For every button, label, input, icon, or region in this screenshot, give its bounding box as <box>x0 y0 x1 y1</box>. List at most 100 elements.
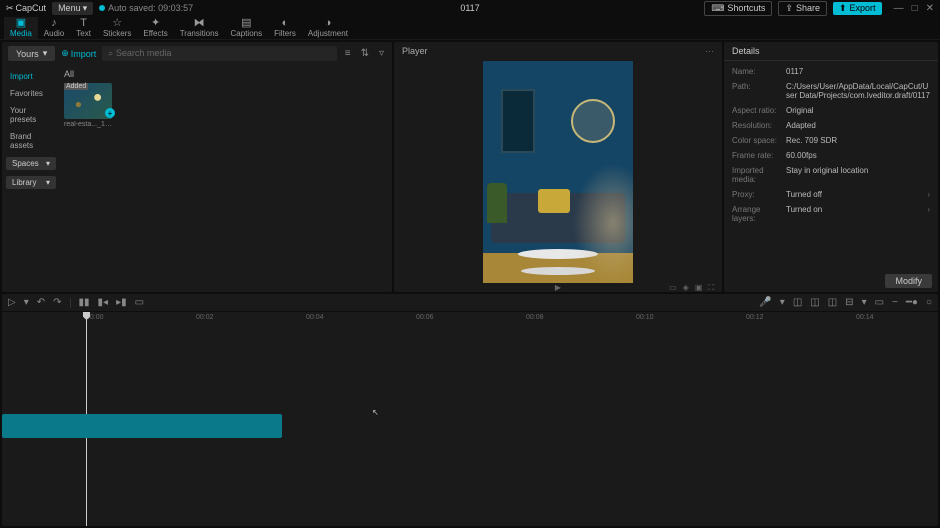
detail-layers[interactable]: Arrange layers:Turned on› <box>732 205 930 223</box>
tab-effects[interactable]: ✦Effects <box>137 17 173 39</box>
modify-button[interactable]: Modify <box>885 274 932 288</box>
redo-button[interactable]: ↷ <box>53 297 61 308</box>
effects-icon: ✦ <box>151 18 160 29</box>
track-opt2[interactable]: ◫ <box>810 297 819 308</box>
tab-adjustment[interactable]: ◑Adjustment <box>302 17 354 39</box>
text-icon: T <box>80 18 87 29</box>
player-label: Player <box>402 46 428 57</box>
filter-button[interactable]: ▿ <box>377 48 386 59</box>
library-dropdown[interactable]: Library▾ <box>6 176 56 189</box>
details-header: Details <box>724 42 938 61</box>
track-opt3[interactable]: ◫ <box>828 297 837 308</box>
chevron-down-icon: ▾ <box>43 48 48 59</box>
details-panel: Details Name:0117 Path:C:/Users/User/App… <box>724 42 938 292</box>
player-panel: Player ⋯ ▶ ▭ ◈ ▣ ⛶ <box>394 42 722 292</box>
yours-dropdown[interactable]: Yours▾ <box>8 46 55 61</box>
play-button[interactable]: ▶ <box>555 283 561 292</box>
zoom-out-button[interactable]: − <box>892 297 898 308</box>
tab-transitions[interactable]: ⧓Transitions <box>174 17 225 39</box>
delete-button[interactable]: ▭ <box>135 297 144 308</box>
chevron-down-icon: ▾ <box>46 159 50 168</box>
ruler-tick: 00:12 <box>746 314 764 321</box>
player-menu-button[interactable]: ⋯ <box>705 46 714 57</box>
project-title: 0117 <box>460 3 479 13</box>
preview-image <box>483 61 633 283</box>
list-view-button[interactable]: ≡ <box>343 48 353 59</box>
added-badge: Added <box>64 83 88 90</box>
track-opt1[interactable]: ◫ <box>793 297 802 308</box>
sidebar-favorites[interactable]: Favorites <box>2 86 60 101</box>
chevron-right-icon: › <box>927 205 930 223</box>
export-button[interactable]: ⬆Export <box>833 2 882 15</box>
audio-icon: ♪ <box>51 18 57 29</box>
trim-left-button[interactable]: ▮◂ <box>98 297 109 308</box>
export-icon: ⬆ <box>839 3 847 14</box>
tab-filters[interactable]: ◐Filters <box>268 17 302 39</box>
sidebar-import[interactable]: Import <box>2 69 60 84</box>
tab-text[interactable]: TText <box>70 17 97 39</box>
timeline-panel: ▷ ▾ ↶ ↷ ▮▮ ▮◂ ▸▮ ▭ 🎤 ▾ ◫ ◫ ◫ ⊟ ▾ ▭ − ━● … <box>2 294 938 526</box>
timeline-ruler[interactable]: 00:00 00:02 00:04 00:06 00:08 00:10 00:1… <box>2 312 938 326</box>
import-button[interactable]: ⊕Import <box>61 48 96 59</box>
shortcuts-button[interactable]: ⌨Shortcuts <box>704 1 772 16</box>
minimize-button[interactable]: — <box>894 3 904 14</box>
share-icon: ⇪ <box>785 3 793 14</box>
search-icon: ⌕ <box>108 48 113 58</box>
detail-proxy[interactable]: Proxy:Turned off› <box>732 190 930 199</box>
detail-framerate: Frame rate:60.00fps <box>732 151 930 160</box>
media-sidebar: Import Favorites Your presets Brand asse… <box>2 65 60 292</box>
ruler-tick: 00:08 <box>526 314 544 321</box>
add-media-button[interactable]: + <box>105 108 115 118</box>
link-dropdown[interactable]: ▾ <box>862 297 867 308</box>
timeline-clip[interactable] <box>2 414 282 438</box>
tab-audio[interactable]: ♪Audio <box>38 17 70 39</box>
app-logo: ✂CapCut <box>6 3 46 14</box>
search-input[interactable]: ⌕ Search media <box>102 46 336 61</box>
trim-right-button[interactable]: ▸▮ <box>116 297 127 308</box>
stickers-icon: ☆ <box>112 18 122 29</box>
detail-imported: Imported media:Stay in original location <box>732 166 930 184</box>
timeline-tracks[interactable]: ⊟ 🔒 👁 🔇 ✎Cover ↖ <box>2 326 938 526</box>
tab-media[interactable]: ▣Media <box>4 17 38 39</box>
chevron-right-icon: › <box>927 190 930 199</box>
titlebar: ✂CapCut Menu▾ Auto saved: 09:03:57 0117 … <box>0 0 940 16</box>
share-button[interactable]: ⇪Share <box>778 1 827 16</box>
tab-stickers[interactable]: ☆Stickers <box>97 17 137 39</box>
quality-button[interactable]: ◈ <box>683 283 689 293</box>
detail-colorspace: Color space:Rec. 709 SDR <box>732 136 930 145</box>
compare-button[interactable]: ▣ <box>695 283 703 293</box>
sidebar-brand[interactable]: Brand assets <box>2 129 60 153</box>
spaces-dropdown[interactable]: Spaces▾ <box>6 157 56 170</box>
preview-button[interactable]: ▭ <box>875 297 884 308</box>
ratio-button[interactable]: ▭ <box>669 283 677 293</box>
autosave-status: Auto saved: 09:03:57 <box>99 3 193 13</box>
fullscreen-button[interactable]: ⛶ <box>708 283 714 293</box>
mic-button[interactable]: 🎤 <box>759 297 771 308</box>
sort-button[interactable]: ⇅ <box>359 48 371 59</box>
close-button[interactable]: ✕ <box>926 3 934 14</box>
sidebar-presets[interactable]: Your presets <box>2 103 60 127</box>
zoom-in-button[interactable]: ○ <box>926 297 932 308</box>
detail-resolution: Resolution:Adapted <box>732 121 930 130</box>
undo-button[interactable]: ↶ <box>37 297 45 308</box>
snap-button[interactable]: ⊟ <box>845 297 853 308</box>
thumbnail-filename: real-esta..._1920.jpg <box>64 121 112 128</box>
ruler-tick: 00:02 <box>196 314 214 321</box>
menu-button[interactable]: Menu▾ <box>52 2 93 15</box>
pointer-dropdown[interactable]: ▾ <box>24 297 29 308</box>
detail-path: Path:C:/Users/User/AppData/Local/CapCut/… <box>732 82 930 100</box>
split-button[interactable]: ▮▮ <box>79 297 90 308</box>
keyboard-icon: ⌨ <box>711 3 724 14</box>
tab-captions[interactable]: ▤Captions <box>225 17 269 39</box>
adjustment-icon: ◑ <box>325 18 332 29</box>
voice-dropdown[interactable]: ▾ <box>780 297 785 308</box>
pointer-tool[interactable]: ▷ <box>8 297 16 308</box>
zoom-slider[interactable]: ━● <box>906 297 918 308</box>
preview-area[interactable] <box>394 61 722 283</box>
captions-icon: ▤ <box>241 18 251 29</box>
autosave-dot-icon <box>99 5 105 11</box>
top-toolbar: ▣Media ♪Audio TText ☆Stickers ✦Effects ⧓… <box>0 16 940 40</box>
maximize-button[interactable]: □ <box>912 3 918 14</box>
media-thumbnail[interactable]: Added + real-esta..._1920.jpg <box>64 83 112 128</box>
ruler-tick: 00:10 <box>636 314 654 321</box>
